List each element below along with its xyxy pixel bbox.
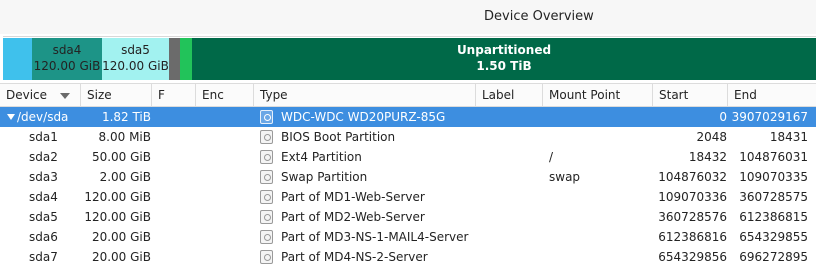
table-row-sda5[interactable]: sda5 120.00 GiB Part of MD2-Web-Server 3… <box>0 207 816 227</box>
cell-size: 120.00 GiB <box>84 190 151 204</box>
partition-bar: sda4 120.00 GiB sda5 120.00 GiB Unpartit… <box>3 36 816 80</box>
cell-start: 109070336 <box>658 190 727 204</box>
column-header-device[interactable]: Device <box>0 84 81 107</box>
disk-icon <box>260 110 273 124</box>
segment-label: sda4 <box>52 43 82 57</box>
cell-start: 654329856 <box>658 250 727 264</box>
column-header-label: Type <box>260 88 288 102</box>
cell-device: sda7 <box>29 250 58 264</box>
cell-size: 20.00 GiB <box>91 230 151 244</box>
cell-end: 654329855 <box>739 230 808 244</box>
cell-device: sda2 <box>29 150 58 164</box>
table-header: Device Size F Enc Type Label Mount Point… <box>0 83 816 107</box>
table-row-sda7[interactable]: sda7 20.00 GiB Part of MD4-NS-2-Server 6… <box>0 247 816 267</box>
partition-icon <box>260 190 273 204</box>
cell-start: 2048 <box>696 130 727 144</box>
cell-start: 18432 <box>688 150 727 164</box>
cell-size: 8.00 MiB <box>98 130 151 144</box>
column-header-mount-point[interactable]: Mount Point <box>543 84 653 107</box>
cell-mount-point: / <box>549 150 554 164</box>
cell-type: WDC-WDC WD20PURZ-85G <box>281 110 446 124</box>
partition-icon <box>260 210 273 224</box>
table-row-sda6[interactable]: sda6 20.00 GiB Part of MD3-NS-1-MAIL4-Se… <box>0 227 816 247</box>
segment-label: Unpartitioned <box>456 43 552 57</box>
cell-end: 360728575 <box>739 190 808 204</box>
cell-device: sda3 <box>29 170 58 184</box>
cell-size: 20.00 GiB <box>91 250 151 264</box>
partition-icon <box>260 130 273 144</box>
partition-segment-sda1-sda2[interactable] <box>3 38 32 80</box>
partition-segment-sda6[interactable] <box>169 38 180 80</box>
column-header-label: Size <box>87 88 112 102</box>
window-title: Device Overview <box>484 9 594 24</box>
cell-end: 696272895 <box>739 250 808 264</box>
cell-device: /dev/sda <box>17 110 69 124</box>
cell-start: 612386816 <box>658 230 727 244</box>
cell-end: 104876031 <box>739 150 808 164</box>
table-row-sda4[interactable]: sda4 120.00 GiB Part of MD1-Web-Server 1… <box>0 187 816 207</box>
column-header-size[interactable]: Size <box>81 84 152 107</box>
partition-icon <box>260 230 273 244</box>
partition-segment-sda7[interactable] <box>180 38 192 80</box>
column-header-label: Start <box>659 88 689 102</box>
segment-size: 1.50 TiB <box>476 59 532 73</box>
column-header-label: Enc <box>202 88 224 102</box>
column-header-label: End <box>734 88 757 102</box>
cell-end: 109070335 <box>739 170 808 184</box>
cell-type: Part of MD1-Web-Server <box>281 190 425 204</box>
cell-type: BIOS Boot Partition <box>281 130 396 144</box>
column-header-label: Label <box>482 88 515 102</box>
cell-type: Part of MD4-NS-2-Server <box>281 250 428 264</box>
partition-icon <box>260 250 273 264</box>
partition-segment-unpartitioned[interactable]: Unpartitioned 1.50 TiB <box>192 38 816 80</box>
partition-segment-sda5[interactable]: sda5 120.00 GiB <box>102 38 169 80</box>
cell-type: Ext4 Partition <box>281 150 362 164</box>
table-row-sda2[interactable]: sda2 50.00 GiB Ext4 Partition / 18432 10… <box>0 147 816 167</box>
cell-start: 360728576 <box>658 210 727 224</box>
cell-end: 3907029167 <box>731 110 808 124</box>
cell-device: sda5 <box>29 210 58 224</box>
cell-end: 612386815 <box>739 210 808 224</box>
cell-start: 104876032 <box>658 170 727 184</box>
sort-descending-icon <box>60 93 70 99</box>
cell-size: 1.82 TiB <box>101 110 151 124</box>
table-row-sda1[interactable]: sda1 8.00 MiB BIOS Boot Partition 2048 1… <box>0 127 816 147</box>
column-header-label: Device <box>6 88 48 102</box>
partition-icon <box>260 170 273 184</box>
cell-device: sda4 <box>29 190 58 204</box>
cell-type: Part of MD2-Web-Server <box>281 210 425 224</box>
cell-size: 50.00 GiB <box>91 150 151 164</box>
segment-label: sda5 <box>121 43 150 57</box>
cell-end: 18431 <box>769 130 808 144</box>
table-row-sda3[interactable]: sda3 2.00 GiB Swap Partition swap 104876… <box>0 167 816 187</box>
expand-arrow-icon[interactable] <box>7 114 15 120</box>
column-header-type[interactable]: Type <box>254 84 476 107</box>
segment-size: 120.00 GiB <box>102 59 169 73</box>
table-row-dev-sda[interactable]: /dev/sda 1.82 TiB WDC-WDC WD20PURZ-85G 0… <box>0 107 816 127</box>
cell-device: sda6 <box>29 230 58 244</box>
cell-type: Part of MD3-NS-1-MAIL4-Server <box>281 230 469 244</box>
cell-device: sda1 <box>29 130 58 144</box>
column-header-label: F <box>158 88 165 102</box>
column-header-end[interactable]: End <box>728 84 816 107</box>
partition-icon <box>260 150 273 164</box>
column-header-flags[interactable]: F <box>152 84 196 107</box>
column-header-label[interactable]: Label <box>476 84 543 107</box>
cell-size: 2.00 GiB <box>99 170 151 184</box>
cell-size: 120.00 GiB <box>84 210 151 224</box>
partition-segment-sda4[interactable]: sda4 120.00 GiB <box>32 38 102 80</box>
column-header-start[interactable]: Start <box>653 84 728 107</box>
cell-start: 0 <box>719 110 727 124</box>
partition-table: /dev/sda 1.82 TiB WDC-WDC WD20PURZ-85G 0… <box>0 107 816 267</box>
cell-mount-point: swap <box>549 170 581 184</box>
title-bar: Device Overview <box>0 0 816 34</box>
column-header-enc[interactable]: Enc <box>196 84 254 107</box>
segment-size: 120.00 GiB <box>33 59 101 73</box>
cell-type: Swap Partition <box>281 170 368 184</box>
column-header-label: Mount Point <box>549 88 621 102</box>
